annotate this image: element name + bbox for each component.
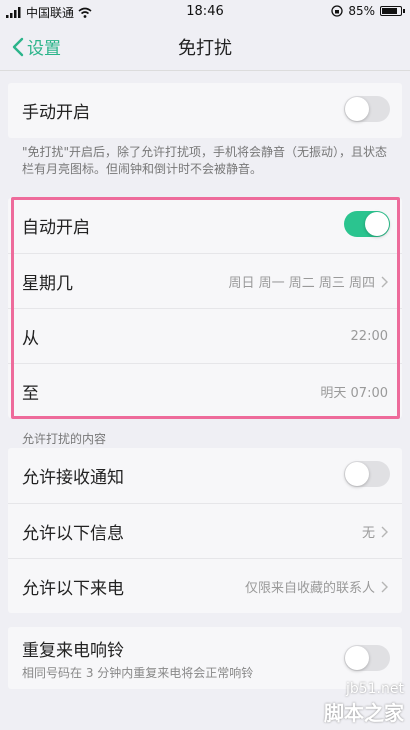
chevron-right-icon: [381, 581, 388, 592]
nav-divider: [0, 70, 410, 71]
weekdays-row[interactable]: 星期几 周日 周一 周二 周三 周四: [8, 253, 402, 308]
notifications-row[interactable]: 允许接收通知: [8, 448, 402, 503]
repeat-row[interactable]: 重复来电响铃 相同号码在 3 分钟内重复来电将会正常响铃: [8, 627, 402, 689]
calls-row[interactable]: 允许以下来电 仅限来自收藏的联系人: [8, 558, 402, 613]
chevron-right-icon: [381, 276, 388, 287]
auto-enable-row[interactable]: 自动开启: [8, 198, 402, 253]
auto-enable-label: 自动开启: [22, 218, 90, 238]
manual-row[interactable]: 手动开启: [8, 83, 402, 138]
status-bar: 中国联通 18:46 85%: [0, 0, 410, 24]
weekdays-value-wrap: 周日 周一 周二 周三 周四: [228, 254, 388, 309]
notifications-toggle[interactable]: [344, 461, 390, 487]
battery-percent: 85%: [348, 4, 375, 18]
calls-value: 仅限来自收藏的联系人: [244, 581, 375, 596]
watermark-brand: 脚本之家: [324, 701, 404, 725]
weekdays-value: 周日 周一 周二 周三 周四: [228, 276, 375, 291]
chevron-right-icon: [381, 526, 388, 537]
manual-group: 手动开启: [8, 83, 402, 138]
battery-icon: [380, 6, 405, 16]
nav-bar: 设置 免打扰: [0, 24, 410, 68]
repeat-toggle[interactable]: [344, 645, 390, 671]
messages-value-wrap: 无: [362, 504, 388, 559]
toggle-knob: [345, 462, 369, 486]
manual-toggle[interactable]: [344, 96, 390, 122]
watermark: jb51.net 脚本之家: [324, 681, 404, 726]
auto-enable-toggle[interactable]: [344, 211, 390, 237]
notifications-label: 允许接收通知: [22, 468, 124, 488]
toggle-knob: [345, 646, 369, 670]
rotation-lock-icon: [331, 5, 343, 17]
calls-value-wrap: 仅限来自收藏的联系人: [245, 559, 388, 614]
messages-row[interactable]: 允许以下信息 无: [8, 503, 402, 558]
allowed-section-label: 允许打扰的内容: [22, 432, 107, 446]
auto-group: 自动开启 星期几 周日 周一 周二 周三 周四 从 22:00 至 明天 07:…: [8, 198, 402, 418]
watermark-site: jb51.net: [345, 681, 404, 697]
calls-label: 允许以下来电: [22, 578, 124, 599]
repeat-group: 重复来电响铃 相同号码在 3 分钟内重复来电将会正常响铃: [8, 627, 402, 689]
messages-value: 无: [361, 526, 375, 541]
toggle-knob: [365, 212, 389, 236]
manual-label: 手动开启: [22, 103, 90, 123]
from-row[interactable]: 从 22:00: [8, 308, 402, 363]
weekdays-label: 星期几: [22, 273, 73, 294]
allowed-group: 允许接收通知 允许以下信息 无 允许以下来电 仅限来自收藏的联系人: [8, 448, 402, 613]
to-value: 明天 07:00: [320, 386, 388, 401]
repeat-label: 重复来电响铃: [22, 640, 124, 661]
from-label: 从: [22, 328, 39, 349]
page-title: 免打扰: [178, 38, 232, 59]
dnd-description: "免打扰"开启后，除了允许打扰项，手机将会静音（无振动），且状态栏有月亮图标。但…: [22, 145, 388, 176]
to-label: 至: [22, 383, 39, 404]
status-right: 85%: [331, 4, 405, 18]
repeat-sublabel: 相同号码在 3 分钟内重复来电将会正常响铃: [22, 665, 254, 680]
to-row[interactable]: 至 明天 07:00: [8, 363, 402, 418]
toggle-knob: [345, 97, 369, 121]
messages-label: 允许以下信息: [22, 523, 124, 544]
from-value: 22:00: [350, 329, 388, 344]
